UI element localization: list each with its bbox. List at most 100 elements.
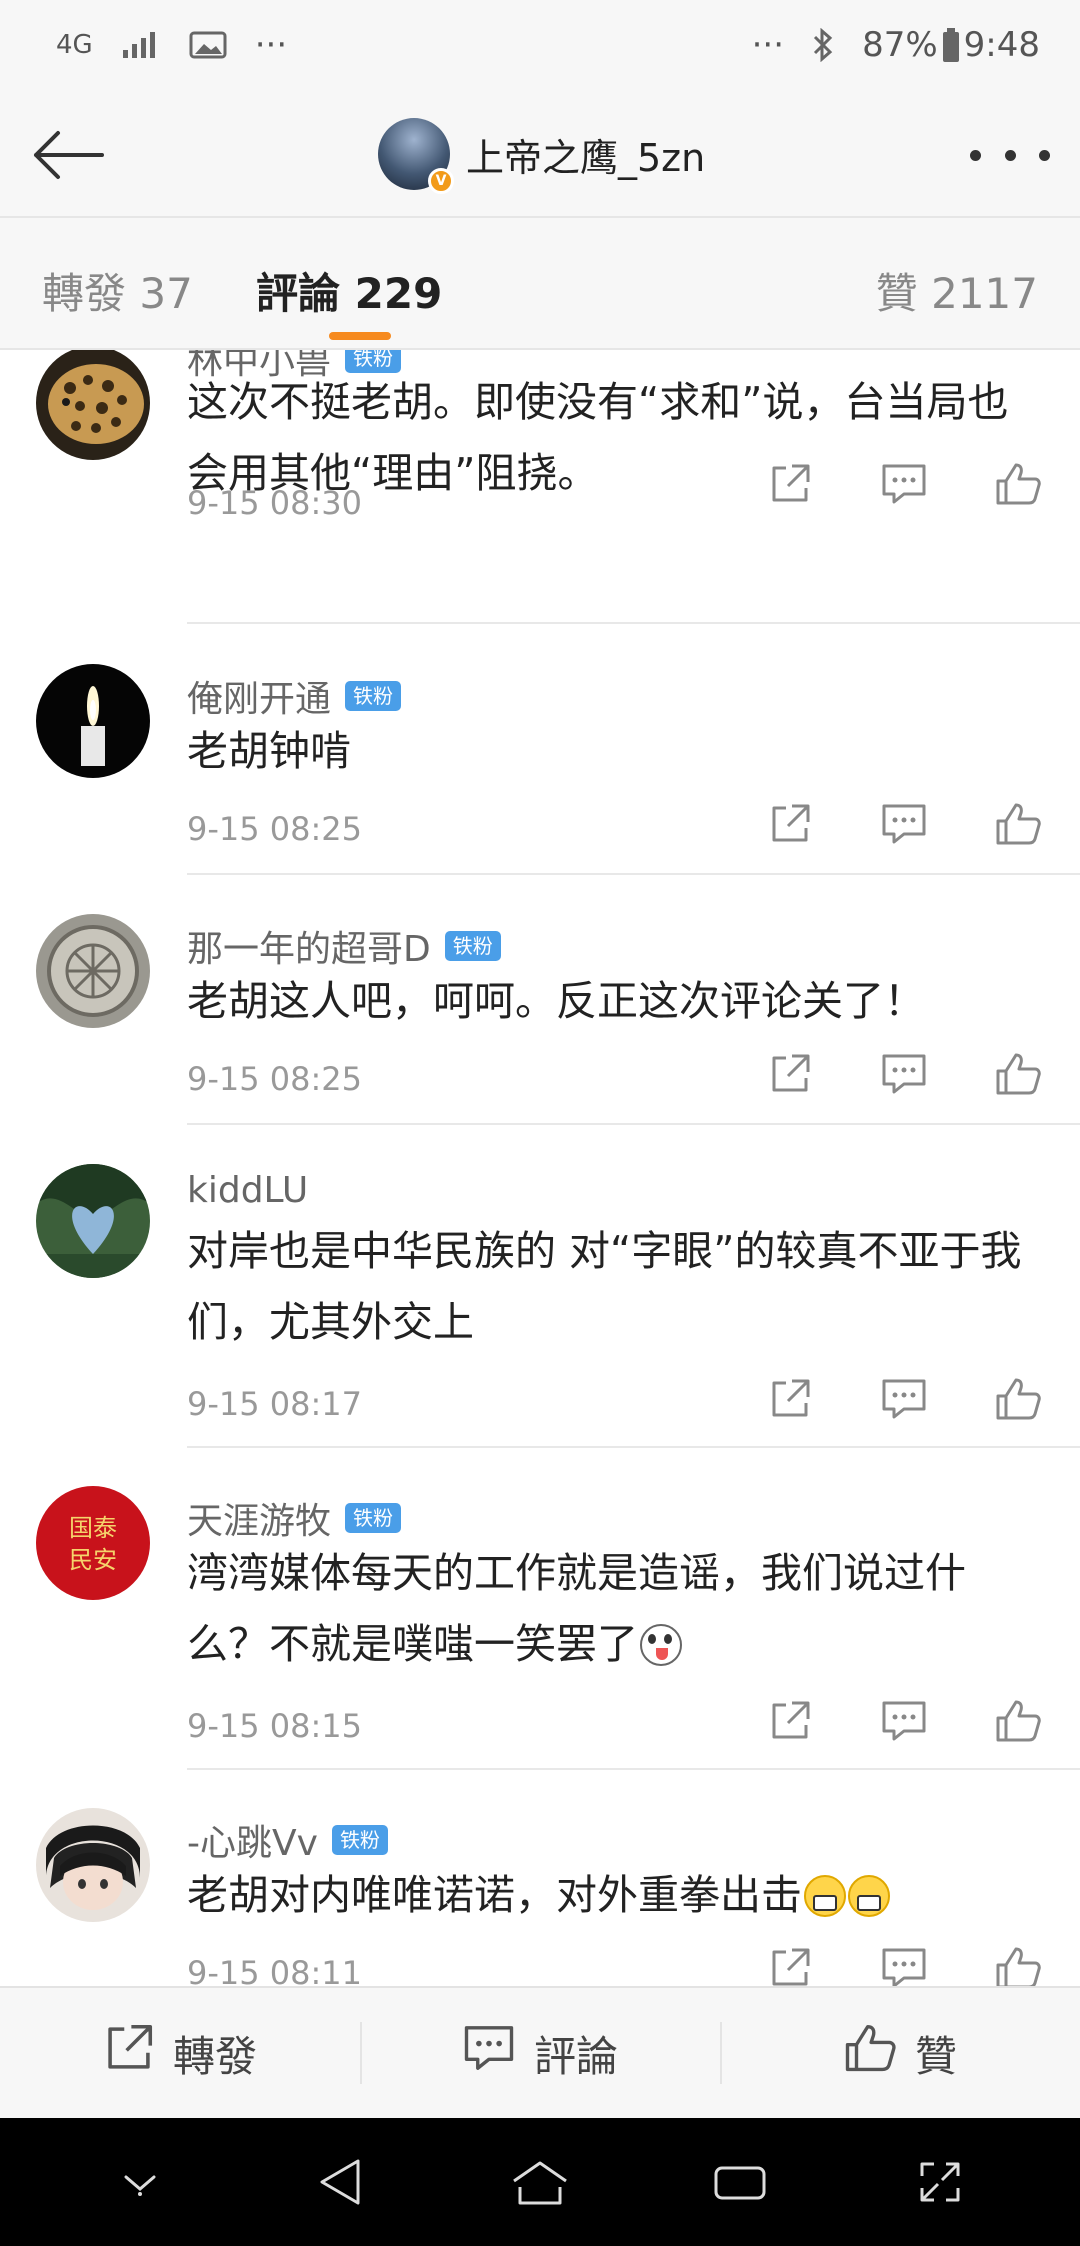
dog-emoji-icon [640, 1624, 682, 1666]
comment-icon[interactable] [878, 458, 930, 510]
more-icon[interactable] [970, 130, 1050, 180]
comment-actions [764, 1942, 1044, 1986]
comment-text: 对岸也是中华民族的 对“字眼”的较真不亚于我们，尤其外交上 [187, 1227, 1022, 1346]
like-icon[interactable] [992, 1373, 1044, 1425]
like-icon[interactable] [992, 798, 1044, 850]
tab-bar: 轉發 37 評論 229 贊 2117 [0, 218, 1080, 350]
grin-emoji-icon [848, 1875, 890, 1917]
status-right: ··· 87% 9:48 [752, 25, 1040, 65]
page-title[interactable]: 上帝之鹰_5zn [466, 127, 705, 182]
back-arrow-icon[interactable] [28, 120, 108, 190]
share-icon[interactable] [764, 1373, 816, 1425]
comment-label: 評論 [533, 2031, 618, 2081]
share-icon[interactable] [764, 1048, 816, 1100]
like-icon[interactable] [992, 1942, 1044, 1986]
fan-badge: 铁粉 [345, 681, 402, 711]
avatar[interactable] [36, 664, 150, 778]
expand-icon[interactable] [895, 2137, 985, 2227]
image-icon [189, 30, 227, 60]
like-button[interactable]: 贊 [720, 1988, 1080, 2118]
bluetooth-icon [812, 28, 834, 62]
fan-badge: 铁粉 [331, 1825, 388, 1855]
comment-author-row: 那一年的超哥D 铁粉 [187, 920, 501, 972]
comment-time: 9-15 08:15 [187, 1707, 363, 1745]
hide-keyboard-icon[interactable] [95, 2137, 185, 2227]
back-nav-icon[interactable] [295, 2137, 385, 2227]
recents-nav-icon[interactable] [695, 2137, 785, 2227]
comment-time: 9-15 08:25 [187, 1060, 363, 1098]
tab-comments[interactable]: 評論 229 [256, 260, 442, 321]
header: V 上帝之鹰_5zn [0, 90, 1080, 218]
comment-time: 9-15 08:11 [187, 1954, 363, 1986]
share-icon[interactable] [764, 458, 816, 510]
comment-time: 9-15 08:25 [187, 810, 363, 848]
comment-icon[interactable] [878, 798, 930, 850]
avatar[interactable] [36, 1808, 150, 1922]
divider [187, 1446, 1080, 1448]
comment-author-row: 俺刚开通 铁粉 [187, 670, 402, 722]
avatar[interactable]: 国泰民安 [36, 1486, 150, 1600]
divider [187, 873, 1080, 875]
comment-author[interactable]: 天涯游牧 [187, 1492, 331, 1544]
fan-badge: 铁粉 [345, 1503, 402, 1533]
like-icon[interactable] [992, 458, 1044, 510]
comment-text: 老胡对内唯唯诺诺，对外重拳出击 [187, 1860, 1047, 1931]
tab-repost[interactable]: 轉發 37 [42, 260, 193, 321]
comment-author-row: 天涯游牧 铁粉 [187, 1492, 402, 1544]
network-label: 4G [56, 30, 93, 60]
comment-text-body: 湾湾媒体每天的工作就是造谣，我们说过什么？不就是噗嗤一笑罢了 [187, 1549, 966, 1668]
comment-author[interactable]: -心跳Vv [187, 1814, 318, 1866]
like-icon[interactable] [992, 1695, 1044, 1747]
comment-text: 湾湾媒体每天的工作就是造谣，我们说过什么？不就是噗嗤一笑罢了 [187, 1538, 1047, 1680]
repost-button[interactable]: 轉發 [0, 1988, 360, 2118]
battery-icon [942, 28, 960, 62]
tab-likes[interactable]: 贊 2117 [876, 260, 1038, 321]
grin-emoji-icon [804, 1875, 846, 1917]
like-icon[interactable] [992, 1048, 1044, 1100]
like-label: 贊 [914, 2031, 957, 2081]
avatar[interactable] [36, 914, 150, 1028]
comment-actions [764, 1048, 1044, 1100]
home-nav-icon[interactable] [495, 2137, 585, 2227]
more-dots-icon: ··· [254, 25, 288, 65]
comment-icon [462, 2023, 516, 2083]
comment-list[interactable]: 林中小兽 铁粉 这次不挺老胡。即使没有“求和”说，台当局也会用其他“理由”阻挠。… [0, 350, 1080, 1986]
comment-author[interactable]: 俺刚开通 [187, 670, 331, 722]
avatar[interactable] [36, 350, 150, 460]
comment-author-row: -心跳Vv 铁粉 [187, 1814, 388, 1866]
comment-author-row: kiddLU [187, 1170, 308, 1211]
like-icon [843, 2022, 897, 2084]
comment-icon[interactable] [878, 1942, 930, 1986]
comment-time: 9-15 08:17 [187, 1385, 363, 1423]
fan-badge: 铁粉 [444, 931, 501, 961]
share-icon[interactable] [764, 1695, 816, 1747]
avatar[interactable] [36, 1164, 150, 1278]
bottom-toolbar: 轉發 評論 贊 [0, 1986, 1080, 2118]
comment-text: 老胡这人吧，呵呵。反正这次评论关了！ [187, 977, 925, 1025]
comment-text: 老胡钟啃 [187, 727, 351, 775]
comment-icon[interactable] [878, 1695, 930, 1747]
clock: 9:48 [963, 25, 1040, 65]
share-icon[interactable] [764, 1942, 816, 1986]
more-dots-icon: ··· [751, 25, 785, 65]
status-bar: 4G ··· ··· 87% 9:48 [0, 0, 1080, 90]
repost-label: 轉發 [172, 2031, 257, 2081]
comment-actions [764, 458, 1044, 510]
comment-author[interactable]: kiddLU [187, 1170, 308, 1211]
share-icon[interactable] [764, 798, 816, 850]
verified-badge-icon: V [428, 168, 454, 194]
comment-text-body: 老胡对内唯唯诺诺，对外重拳出击 [187, 1871, 802, 1919]
divider [187, 1123, 1080, 1125]
comment-time: 9-15 08:30 [187, 484, 363, 522]
comment-actions [764, 1373, 1044, 1425]
header-avatar[interactable]: V [378, 118, 454, 194]
comment-author[interactable]: 那一年的超哥D [187, 920, 431, 972]
comment-actions [764, 1695, 1044, 1747]
comment-icon[interactable] [878, 1373, 930, 1425]
battery-group: 87% 9:48 [862, 25, 1040, 65]
comment-button[interactable]: 評論 [360, 1988, 720, 2118]
header-user[interactable]: V 上帝之鹰_5zn [378, 116, 705, 194]
comment-icon[interactable] [878, 1048, 930, 1100]
divider [187, 1768, 1080, 1770]
divider [187, 622, 1080, 624]
